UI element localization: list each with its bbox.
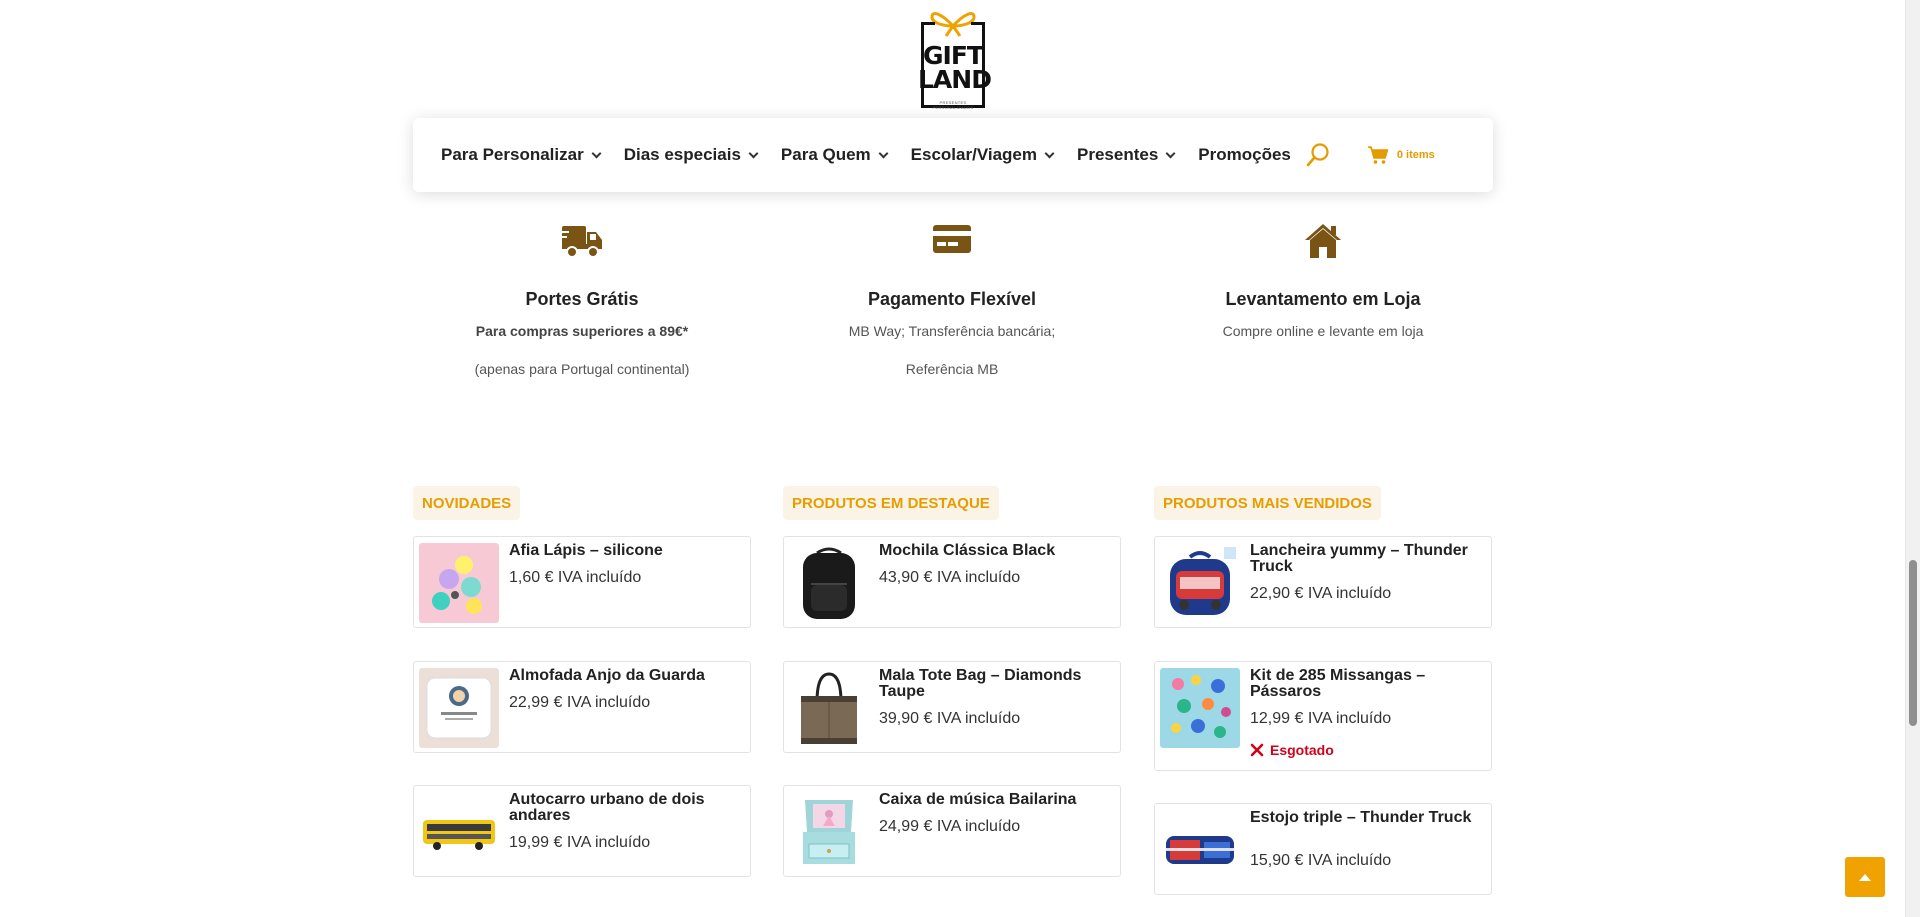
product-title[interactable]: Autocarro urbano de dois andares [509, 792, 747, 824]
cart-button[interactable]: 0 items [1367, 145, 1435, 165]
nav-item-presentes[interactable]: Presentes [1077, 145, 1176, 165]
product-image[interactable] [1160, 543, 1240, 623]
product-card[interactable]: Kit de 285 Missangas – Pássaros 12,99 € … [1154, 661, 1492, 771]
page-scrollbar[interactable] [1905, 0, 1920, 917]
feature-line2: Referência MB [905, 361, 999, 377]
feature-flexible-payment: Pagamento Flexível MB Way; Transferência… [767, 222, 1137, 378]
product-title[interactable]: Caixa de música Bailarina [879, 792, 1117, 808]
nav-item-label: Presentes [1077, 145, 1159, 164]
main-navigation: Para Personalizar Dias especiais Para Qu… [413, 118, 1493, 192]
section-header-destaque: Produtos em destaque [783, 486, 999, 520]
nav-item-para-personalizar[interactable]: Para Personalizar [441, 145, 602, 165]
home-icon [1305, 224, 1341, 258]
arrow-up-icon [1859, 874, 1871, 881]
credit-card-icon [933, 225, 971, 253]
feature-line1: Para compras superiores a 89€* [475, 323, 689, 339]
feature-line2: (apenas para Portugal continental) [474, 361, 690, 377]
product-price: 1,60 € IVA incluído [509, 569, 642, 586]
nav-item-para-quem[interactable]: Para Quem [780, 145, 889, 165]
feature-line1: Compre online e levante em loja [1222, 323, 1424, 339]
nav-item-dias-especiais[interactable]: Dias especiais [623, 145, 759, 165]
nav-item-label: Escolar/Viagem [910, 145, 1037, 164]
chevron-down-icon [878, 148, 889, 158]
cart-icon [1367, 146, 1389, 164]
product-card[interactable]: Autocarro urbano de dois andares 19,99 €… [413, 785, 751, 877]
product-title[interactable]: Estojo triple – Thunder Truck [1250, 810, 1488, 826]
nav-item-label: Dias especiais [623, 145, 741, 164]
product-card[interactable]: Caixa de música Bailarina 24,99 € IVA in… [783, 785, 1121, 877]
nav-item-label: Para Personalizar [441, 145, 584, 164]
chevron-down-icon [748, 148, 759, 158]
product-card[interactable]: Mochila Clássica Black 43,90 € IVA inclu… [783, 536, 1121, 628]
out-of-stock-badge: Esgotado [1250, 742, 1334, 758]
product-title[interactable]: Afia Lápis – silicone [509, 543, 747, 559]
scrollbar-thumb[interactable] [1909, 560, 1917, 726]
product-price: 24,99 € IVA incluído [879, 818, 1021, 835]
product-image[interactable] [789, 543, 869, 623]
nav-item-label: Promoções [1198, 145, 1291, 164]
product-price: 43,90 € IVA incluído [879, 569, 1021, 586]
product-price: 15,90 € IVA incluído [1250, 852, 1392, 869]
product-price: 12,99 € IVA incluído [1250, 710, 1392, 727]
section-header-novidades: Novidades [413, 486, 521, 520]
feature-title: Levantamento em Loja [1225, 289, 1421, 309]
product-title[interactable]: Almofada Anjo da Guarda [509, 668, 747, 684]
product-image[interactable] [789, 792, 869, 872]
product-image[interactable] [419, 668, 499, 748]
product-image[interactable] [789, 668, 869, 748]
product-card[interactable]: Estojo triple – Thunder Truck 15,90 € IV… [1154, 803, 1492, 895]
chevron-down-icon [1165, 148, 1176, 158]
product-card[interactable]: Afia Lápis – silicone 1,60 € IVA incluíd… [413, 536, 751, 628]
product-title[interactable]: Lancheira yummy – Thunder Truck [1250, 543, 1488, 575]
search-icon[interactable] [1305, 142, 1331, 168]
truck-icon [560, 226, 602, 258]
product-price: 39,90 € IVA incluído [879, 710, 1021, 727]
product-image[interactable] [1160, 668, 1240, 748]
product-title[interactable]: Kit de 285 Missangas – Pássaros [1250, 668, 1488, 700]
chevron-down-icon [591, 148, 602, 158]
back-to-top-button[interactable] [1845, 857, 1885, 897]
stock-status-label: Esgotado [1270, 742, 1334, 758]
product-card[interactable]: Almofada Anjo da Guarda 22,99 € IVA incl… [413, 661, 751, 753]
section-header-mais-vendidos: Produtos mais vendidos [1154, 486, 1381, 520]
nav-item-escolar-viagem[interactable]: Escolar/Viagem [910, 145, 1055, 165]
site-logo[interactable]: GIFT LAND PRESENTES PERSONALIZADOS [918, 8, 992, 110]
feature-title: Portes Grátis [525, 289, 639, 309]
product-image[interactable] [419, 792, 499, 872]
nav-item-promocoes[interactable]: Promoções [1198, 145, 1291, 165]
product-image[interactable] [419, 543, 499, 623]
product-title[interactable]: Mochila Clássica Black [879, 543, 1117, 559]
chevron-down-icon [1044, 148, 1055, 158]
product-image[interactable] [1160, 810, 1240, 890]
feature-free-shipping: Portes Grátis Para compras superiores a … [397, 222, 767, 378]
product-title[interactable]: Mala Tote Bag – Diamonds Taupe [879, 668, 1117, 700]
close-icon [1250, 743, 1264, 757]
feature-store-pickup: Levantamento em Loja Compre online e lev… [1138, 222, 1508, 340]
product-price: 22,90 € IVA incluído [1250, 585, 1392, 602]
product-price: 22,99 € IVA incluído [509, 694, 651, 711]
product-card[interactable]: Lancheira yummy – Thunder Truck 22,90 € … [1154, 536, 1492, 628]
product-card[interactable]: Mala Tote Bag – Diamonds Taupe 39,90 € I… [783, 661, 1121, 753]
cart-count: 0 items [1396, 149, 1435, 161]
logo-word-bottom: LAND [918, 65, 992, 94]
logo-tagline: PRESENTES PERSONALIZADOS [932, 100, 974, 110]
product-price: 19,99 € IVA incluído [509, 834, 651, 851]
feature-line1: MB Way; Transferência bancária; [848, 323, 1056, 339]
feature-title: Pagamento Flexível [867, 289, 1037, 309]
nav-item-label: Para Quem [780, 145, 871, 164]
